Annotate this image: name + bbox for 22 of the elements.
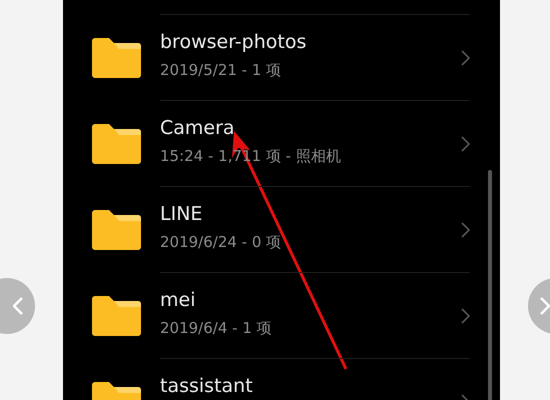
folder-name: browser-photos [160, 30, 308, 54]
folder-details: 2019/6/4 - 1 项 [160, 318, 273, 338]
chevron-right-icon [461, 50, 470, 66]
folder-icon [92, 124, 141, 164]
chevron-right-icon [461, 136, 470, 152]
folder-details: 2019/6/24 - 0 项 [160, 232, 282, 252]
folder-icon [92, 296, 141, 336]
chevron-right-icon [461, 222, 470, 238]
folder-icon [92, 210, 141, 250]
chevron-right-icon [461, 308, 470, 324]
chevron-right-icon [540, 297, 550, 315]
folder-row[interactable]: tassistant [63, 359, 500, 400]
folder-row[interactable]: mei 2019/6/4 - 1 项 [63, 273, 500, 359]
folder-details: 2019/5/21 - 1 项 [160, 60, 282, 80]
folder-name: mei [160, 288, 196, 312]
folder-icon [92, 38, 141, 78]
folder-row[interactable]: LINE 2019/6/24 - 0 项 [63, 187, 500, 273]
folder-row[interactable]: browser-photos 2019/5/21 - 1 项 [63, 15, 500, 101]
folder-name: LINE [160, 202, 204, 226]
chevron-left-icon [13, 297, 23, 315]
folder-name: tassistant [160, 374, 254, 398]
folder-name: Camera [160, 116, 236, 140]
